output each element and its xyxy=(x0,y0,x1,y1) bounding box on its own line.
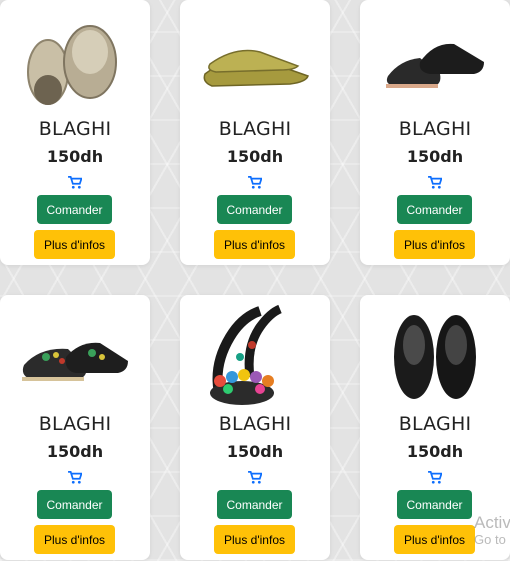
product-price: 150dh xyxy=(226,147,284,166)
product-image-olive-babouche xyxy=(203,49,309,87)
product-card: BLAGHI 150dh Comander Plus d'infos xyxy=(0,0,150,265)
cart-icon[interactable] xyxy=(248,471,262,484)
order-button[interactable]: Comander xyxy=(217,490,292,519)
cart-icon[interactable] xyxy=(428,176,442,189)
product-name: BLAGHI xyxy=(38,413,112,435)
product-price: 150dh xyxy=(226,442,284,461)
watermark-line-2: Go to xyxy=(474,531,506,547)
order-button[interactable]: Comander xyxy=(37,490,112,519)
order-button[interactable]: Comander xyxy=(397,195,472,224)
product-price: 150dh xyxy=(406,442,464,461)
more-info-button[interactable]: Plus d'infos xyxy=(214,230,295,259)
product-name: BLAGHI xyxy=(38,118,112,140)
order-button[interactable]: Comander xyxy=(217,195,292,224)
product-card: BLAGHI 150dh Comander Plus d'infos xyxy=(360,0,510,265)
more-info-button[interactable]: Plus d'infos xyxy=(214,525,295,554)
cart-icon[interactable] xyxy=(68,471,82,484)
cart-icon[interactable] xyxy=(428,471,442,484)
product-card: BLAGHI 150dh Comander Plus d'infos xyxy=(0,295,150,560)
product-image-embroidered-mule xyxy=(22,342,128,381)
product-image-black-mule xyxy=(386,43,484,88)
product-price: 150dh xyxy=(46,147,104,166)
product-card: BLAGHI 150dh Comander Plus d'infos xyxy=(180,295,330,560)
product-card: BLAGHI 150dh Comander Plus d'infos xyxy=(180,0,330,265)
product-name: BLAGHI xyxy=(398,413,472,435)
product-name: BLAGHI xyxy=(218,118,292,140)
cart-icon[interactable] xyxy=(248,176,262,189)
product-price: 150dh xyxy=(406,147,464,166)
more-info-button[interactable]: Plus d'infos xyxy=(394,230,475,259)
product-image-straw-babouche xyxy=(27,25,117,105)
product-name: BLAGHI xyxy=(218,413,292,435)
product-name: BLAGHI xyxy=(398,118,472,140)
more-info-button[interactable]: Plus d'infos xyxy=(34,525,115,554)
cart-icon[interactable] xyxy=(68,176,82,189)
watermark-line-1: Activ xyxy=(474,513,510,532)
order-button[interactable]: Comander xyxy=(37,195,112,224)
order-button[interactable]: Comander xyxy=(397,490,472,519)
more-info-button[interactable]: Plus d'infos xyxy=(34,230,115,259)
product-image-pompom-sandal xyxy=(210,304,282,405)
more-info-button[interactable]: Plus d'infos xyxy=(394,525,475,554)
product-price: 150dh xyxy=(46,442,104,461)
activation-watermark: Activ Go to xyxy=(474,513,510,547)
product-image-black-leather-slipper xyxy=(394,315,476,399)
